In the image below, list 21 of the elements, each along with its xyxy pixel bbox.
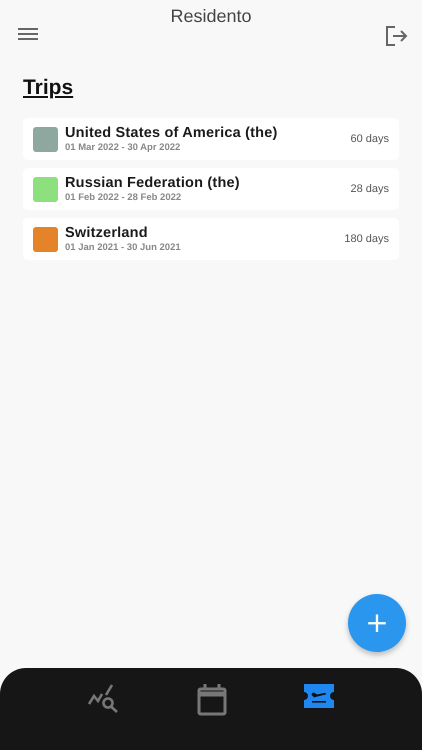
plane-ticket-icon [304, 684, 334, 708]
trip-duration: 60 days [350, 133, 389, 145]
country-name: Russian Federation (the) [65, 175, 241, 191]
trip-duration: 180 days [344, 233, 389, 245]
nav-tab[interactable] [88, 684, 120, 714]
page-heading: Trips [23, 76, 74, 100]
trip-dates: 01 Jan 2021 - 30 Jun 2021 [65, 242, 182, 253]
chart-search-icon [88, 684, 120, 714]
trip-dates: 01 Feb 2022 - 28 Feb 2022 [65, 192, 182, 203]
trip-dates: 01 Mar 2022 - 30 Apr 2022 [65, 142, 182, 153]
trip-duration: 28 days [350, 183, 389, 195]
trip-card[interactable]: Switzerland 01 Jan 2021 - 30 Jun 2021 180 days [23, 218, 399, 260]
logout-icon[interactable] [386, 26, 408, 46]
trip-card[interactable]: United States of America (the) 01 Mar 2022 - 30 Apr 2022 60 days [23, 118, 399, 160]
trip-card[interactable]: Russian Federation (the) 01 Feb 2022 - 28 Feb 2022 28 days [23, 168, 399, 210]
calendar-icon [196, 684, 227, 716]
nav-tab[interactable] [196, 684, 227, 716]
nav-tab[interactable] [304, 684, 334, 708]
country-name: Switzerland [65, 225, 149, 241]
country-name: United States of America (the) [65, 125, 279, 141]
app-title: Residento [170, 5, 252, 27]
